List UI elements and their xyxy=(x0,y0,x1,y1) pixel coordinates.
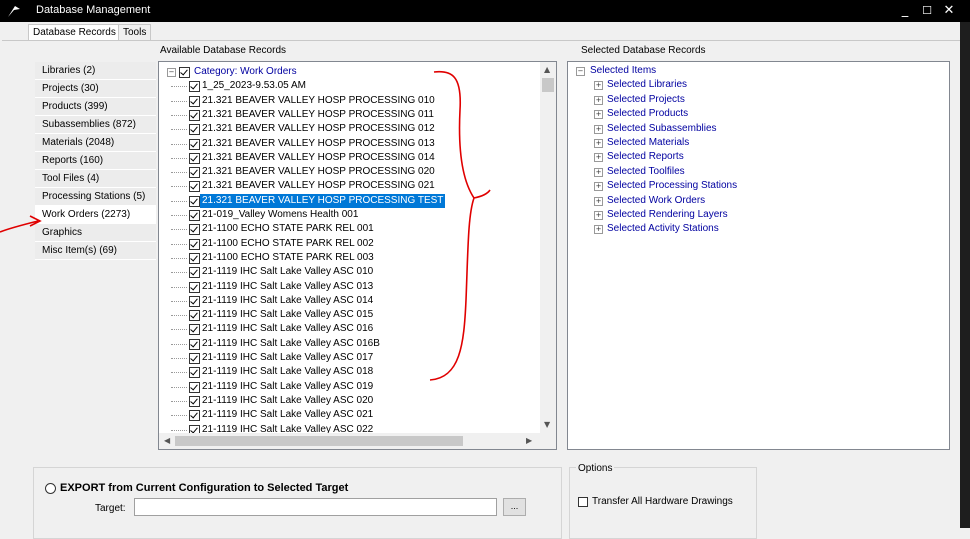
annotation-arrow-work-orders xyxy=(0,215,42,233)
annotation-overlay xyxy=(0,70,491,381)
annotation-brace xyxy=(429,70,491,381)
